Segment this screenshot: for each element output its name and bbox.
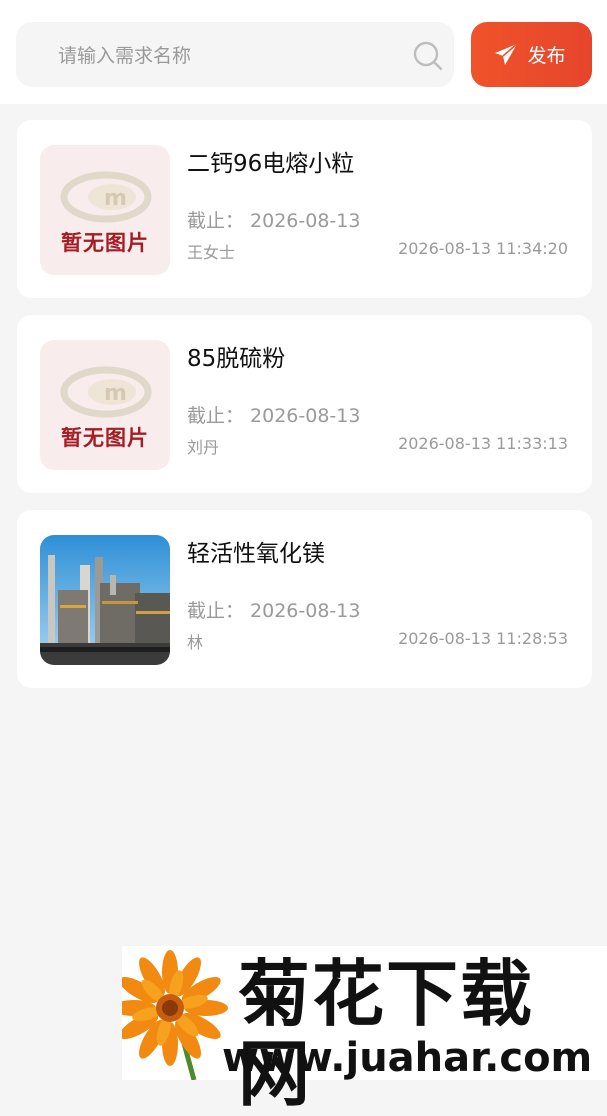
factory-image — [40, 535, 170, 665]
card-contact: 刘丹 — [187, 438, 220, 457]
card-timestamp: 2026-08-13 11:33:13 — [398, 434, 568, 453]
card-contact: 林 — [187, 633, 204, 652]
demand-card[interactable]: m 暂无图片 二钙96电熔小粒 截止： 2026-08-13 王女士 2026-… — [17, 120, 592, 298]
send-icon — [495, 42, 519, 65]
top-bar: 发布 — [0, 0, 607, 104]
card-title: 二钙96电熔小粒 — [187, 151, 355, 177]
logo-icon: m — [60, 366, 152, 418]
flower-logo-icon — [122, 950, 228, 1080]
no-image-placeholder: m 暂无图片 — [40, 145, 170, 275]
demand-card[interactable]: 轻活性氧化镁 截止： 2026-08-13 林 2026-08-13 11:28… — [17, 510, 592, 688]
demand-card[interactable]: m 暂无图片 85脱硫粉 截止： 2026-08-13 刘丹 2026-08-1… — [17, 315, 592, 493]
product-photo — [40, 535, 170, 665]
search-box[interactable] — [16, 22, 454, 89]
card-contact: 王女士 — [187, 243, 236, 262]
card-deadline: 截止： 2026-08-13 — [187, 405, 361, 427]
no-image-label: 暂无图片 — [61, 231, 149, 255]
no-image-label: 暂无图片 — [61, 426, 149, 450]
svg-text:m: m — [104, 381, 127, 406]
card-timestamp: 2026-08-13 11:28:53 — [398, 629, 568, 648]
logo-icon: m — [60, 171, 152, 223]
card-title: 轻活性氧化镁 — [187, 541, 325, 567]
svg-text:m: m — [104, 186, 127, 211]
card-deadline: 截止： 2026-08-13 — [187, 210, 361, 232]
card-timestamp: 2026-08-13 11:34:20 — [398, 239, 568, 258]
watermark-banner: 菊花下载网 www.juahar.com — [122, 946, 607, 1114]
card-deadline: 截止： 2026-08-13 — [187, 600, 361, 622]
watermark-url: www.juahar.com — [222, 1035, 593, 1081]
card-title: 85脱硫粉 — [187, 346, 286, 372]
publish-button[interactable]: 发布 — [471, 22, 592, 87]
no-image-placeholder: m 暂无图片 — [40, 340, 170, 470]
search-icon[interactable] — [412, 40, 444, 72]
publish-label: 发布 — [527, 45, 566, 67]
search-input[interactable] — [56, 22, 390, 89]
